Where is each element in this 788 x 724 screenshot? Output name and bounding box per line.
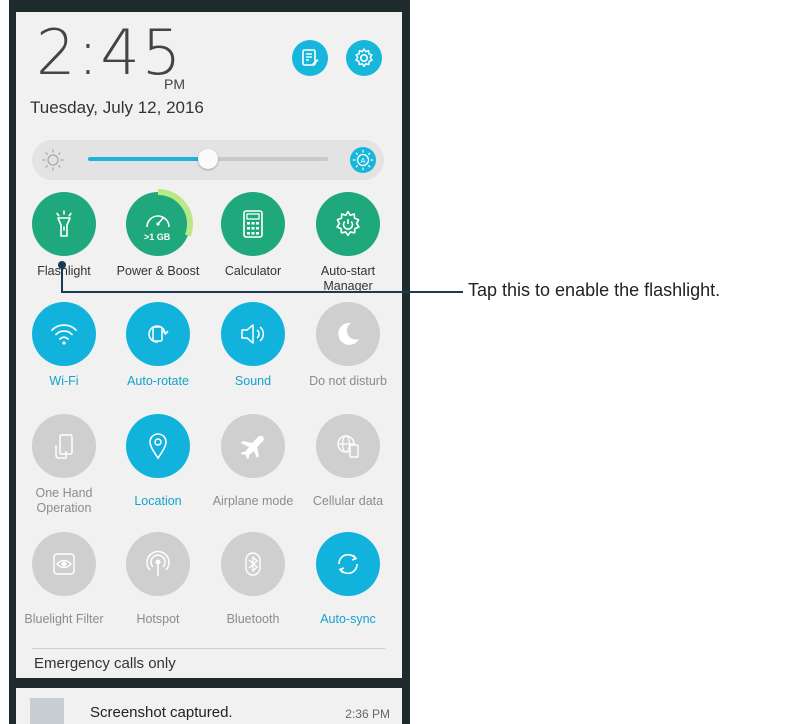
tile-airplane[interactable]: Airplane mode — [206, 414, 300, 509]
airplane-button[interactable] — [221, 414, 285, 478]
location-pin-icon — [149, 433, 167, 460]
screenshot-thumbnail — [30, 698, 64, 724]
tile-sound[interactable]: Sound — [206, 302, 300, 389]
tile-label: Sound — [234, 374, 272, 388]
tile-label: Location — [134, 494, 182, 508]
notes-edit-icon — [302, 49, 319, 66]
globe-phone-icon — [337, 435, 359, 458]
tile-label: Airplane mode — [212, 494, 294, 508]
hotspot-icon — [146, 550, 170, 576]
callout-dot — [58, 261, 66, 269]
divider — [32, 648, 385, 649]
moon-icon — [338, 322, 359, 345]
callout-text: Tap this to enable the flashlight. — [468, 280, 721, 300]
tile-do-not-disturb[interactable]: Do not disturb — [301, 302, 395, 389]
calculator-button[interactable] — [221, 192, 285, 256]
one-hand-icon — [55, 434, 73, 459]
notification-screenshot[interactable]: Screenshot captured. 2:36 PM — [16, 688, 402, 724]
gear-power-icon — [336, 210, 360, 237]
tile-label: Cellular data — [312, 494, 384, 508]
tile-bluelight-filter[interactable]: Bluelight Filter — [17, 532, 111, 627]
tile-label: Auto-start Manager — [320, 264, 376, 293]
notes-button[interactable] — [292, 40, 328, 76]
tile-label: Do not disturb — [309, 374, 387, 388]
brightness-thumb[interactable] — [198, 149, 218, 169]
brightness-low-icon — [38, 145, 68, 175]
callout-line-horizontal — [61, 291, 463, 293]
sound-button[interactable] — [221, 302, 285, 366]
settings-button[interactable] — [346, 40, 382, 76]
calculator-icon — [243, 210, 263, 238]
tile-label: Hotspot — [136, 612, 180, 626]
dnd-button[interactable] — [316, 302, 380, 366]
power-boost-button[interactable]: >1 GB — [123, 189, 193, 259]
tile-power-boost[interactable]: >1 GB Power & Boost — [111, 189, 205, 279]
tile-label: Calculator — [224, 264, 282, 278]
tile-label: Bluetooth — [226, 612, 280, 626]
clock-ampm: PM — [164, 76, 185, 92]
auto-rotate-button[interactable] — [126, 302, 190, 366]
one-hand-button[interactable] — [32, 414, 96, 478]
brightness-bar: A — [32, 140, 384, 180]
flashlight-icon — [56, 210, 72, 237]
location-button[interactable] — [126, 414, 190, 478]
eye-filter-icon — [53, 553, 75, 575]
notification-text: Screenshot captured. — [90, 704, 233, 721]
airplane-icon — [241, 436, 264, 459]
emergency-calls-text: Emergency calls only — [34, 655, 176, 672]
boost-ring — [123, 189, 193, 259]
tile-auto-rotate[interactable]: Auto-rotate — [111, 302, 205, 389]
wifi-button[interactable] — [32, 302, 96, 366]
tile-auto-start-manager[interactable]: Auto-start Manager — [301, 192, 395, 294]
brightness-slider[interactable] — [88, 149, 328, 169]
speaker-icon — [241, 324, 265, 344]
bluelight-button[interactable] — [32, 532, 96, 596]
tile-cellular-data[interactable]: Cellular data — [301, 414, 395, 509]
tile-hotspot[interactable]: Hotspot — [111, 532, 205, 627]
wifi-icon — [51, 324, 77, 345]
flashlight-button[interactable] — [32, 192, 96, 256]
svg-text:A: A — [360, 156, 365, 165]
tile-label: Wi-Fi — [49, 374, 79, 388]
clock-time: 2:45 — [36, 16, 184, 89]
notification-time: 2:36 PM — [345, 707, 390, 721]
tile-label: Auto-sync — [320, 612, 376, 626]
tile-one-hand[interactable]: One Hand Operation — [17, 414, 111, 516]
rotate-icon — [148, 325, 169, 343]
hotspot-button[interactable] — [126, 532, 190, 596]
tile-location[interactable]: Location — [111, 414, 205, 509]
auto-sync-button[interactable] — [316, 532, 380, 596]
auto-brightness-button[interactable]: A — [350, 147, 376, 173]
brightness-fill — [88, 157, 208, 161]
tile-wifi[interactable]: Wi-Fi — [17, 302, 111, 389]
gear-icon — [355, 48, 373, 68]
quick-settings-panel: 2:45 PM Tuesday, July 12, 2016 A Flashli… — [16, 12, 402, 678]
bluetooth-button[interactable] — [221, 532, 285, 596]
tile-label: Auto-rotate — [127, 374, 189, 388]
auto-start-button[interactable] — [316, 192, 380, 256]
date-text: Tuesday, July 12, 2016 — [30, 98, 204, 117]
cellular-data-button[interactable] — [316, 414, 380, 478]
boost-badge: >1 GB — [144, 232, 171, 242]
bluetooth-icon — [245, 552, 261, 576]
sync-icon — [338, 553, 358, 575]
tile-calculator[interactable]: Calculator — [206, 192, 300, 279]
tile-bluetooth[interactable]: Bluetooth — [206, 532, 300, 627]
tile-auto-sync[interactable]: Auto-sync — [301, 532, 395, 627]
tile-label: Bluelight Filter — [24, 612, 104, 626]
tile-label: One Hand Operation — [35, 486, 93, 515]
auto-brightness-icon: A — [352, 149, 374, 171]
tile-label: Power & Boost — [116, 264, 200, 278]
